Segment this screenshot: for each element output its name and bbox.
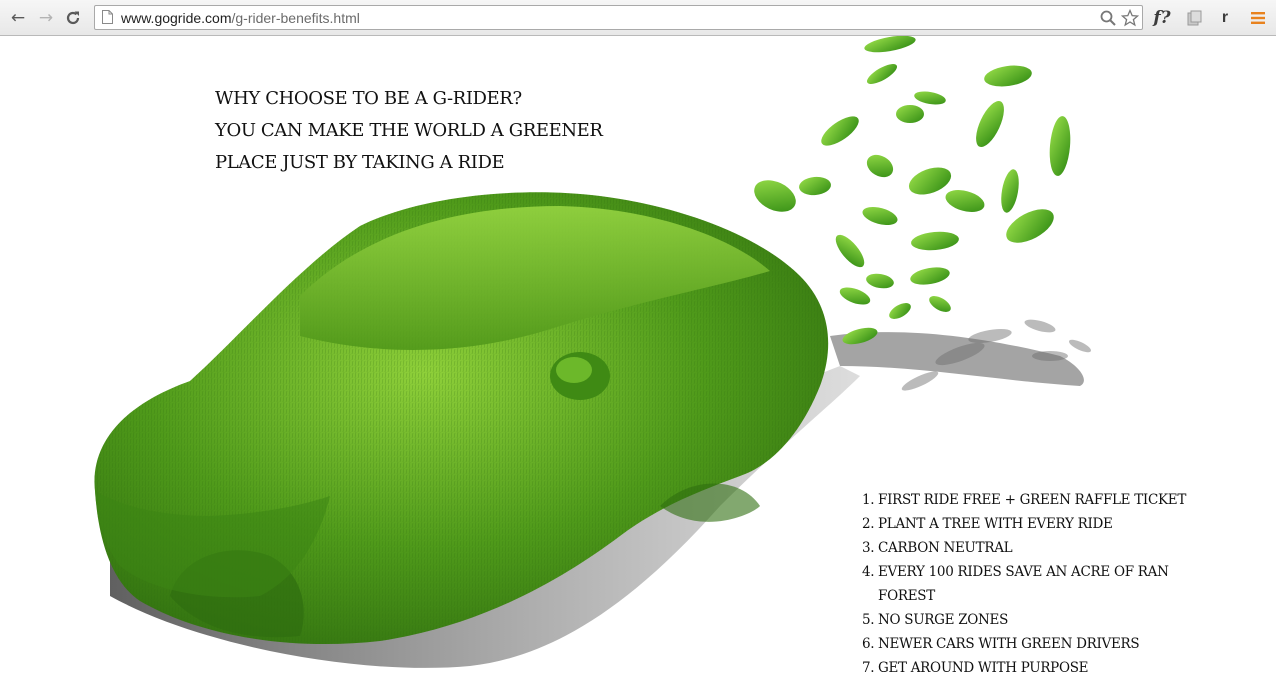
item-text: FIRST RIDE FREE + GREEN RAFFLE TICKET xyxy=(878,492,1187,508)
benefits-list: 1. FIRST RIDE FREE + GREEN RAFFLE TICKET … xyxy=(862,488,1192,680)
headline-line-2: YOU CAN MAKE THE WORLD A GREENER xyxy=(215,120,603,141)
headline-line-3: PLACE JUST BY TAKING A RIDE xyxy=(215,152,505,173)
search-icon[interactable] xyxy=(1099,9,1117,27)
list-item: 3. CARBON NEUTRAL xyxy=(862,536,1192,560)
arrow-left-icon: ← xyxy=(10,8,26,28)
list-item: 4. EVERY 100 RIDES SAVE AN ACRE OF RAN FO… xyxy=(862,560,1192,608)
arrow-right-icon: → xyxy=(38,8,54,28)
headline-line-1: WHY CHOOSE TO BE A G-RIDER? xyxy=(215,88,522,109)
list-item: 2. PLANT A TREE WITH EVERY RIDE xyxy=(862,512,1192,536)
url-text[interactable]: www.gogride.com/g-rider-benefits.html xyxy=(121,9,360,27)
browser-toolbar: ← → www.gogride.com/g-rider-benefits.htm… xyxy=(0,0,1276,36)
item-number: 3. xyxy=(862,540,875,556)
address-bar[interactable]: www.gogride.com/g-rider-benefits.html xyxy=(94,5,1143,30)
forward-button[interactable]: → xyxy=(36,8,56,28)
url-host: www.gogride.com xyxy=(121,10,232,26)
puzzle-icon[interactable] xyxy=(1186,10,1203,27)
list-item: 6. NEWER CARS WITH GREEN DRIVERS xyxy=(862,632,1192,656)
list-item: 1. FIRST RIDE FREE + GREEN RAFFLE TICKET xyxy=(862,488,1192,512)
star-icon[interactable] xyxy=(1121,9,1139,27)
item-text: CARBON NEUTRAL xyxy=(878,540,1013,556)
url-path: /g-rider-benefits.html xyxy=(231,10,360,26)
item-text: NEWER CARS WITH GREEN DRIVERS xyxy=(878,636,1140,652)
item-number: 5. xyxy=(862,612,875,628)
item-text: PLANT A TREE WITH EVERY RIDE xyxy=(878,516,1113,532)
font-extension-button[interactable]: f? xyxy=(1151,7,1173,29)
list-item: 7. GET AROUND WITH PURPOSE xyxy=(862,656,1192,680)
item-number: 4. xyxy=(862,564,875,580)
page-content: WHY CHOOSE TO BE A G-RIDER? YOU CAN MAKE… xyxy=(0,36,1276,693)
list-item: 5. NO SURGE ZONES xyxy=(862,608,1192,632)
back-button[interactable]: ← xyxy=(8,8,28,28)
item-number: 2. xyxy=(862,516,875,532)
item-number: 6. xyxy=(862,636,875,652)
profile-extension-button[interactable]: r xyxy=(1217,7,1233,29)
page-headline: WHY CHOOSE TO BE A G-RIDER? YOU CAN MAKE… xyxy=(215,83,635,179)
item-text: GET AROUND WITH PURPOSE xyxy=(878,660,1089,676)
page-icon xyxy=(102,10,113,24)
item-number: 7. xyxy=(862,660,875,676)
reload-icon xyxy=(66,11,80,25)
item-number: 1. xyxy=(862,492,875,508)
hamburger-menu-icon[interactable] xyxy=(1251,11,1265,25)
item-text: EVERY 100 RIDES SAVE AN ACRE OF RAN FORE… xyxy=(878,564,1169,604)
reload-button[interactable] xyxy=(63,8,83,28)
item-text: NO SURGE ZONES xyxy=(878,612,1009,628)
